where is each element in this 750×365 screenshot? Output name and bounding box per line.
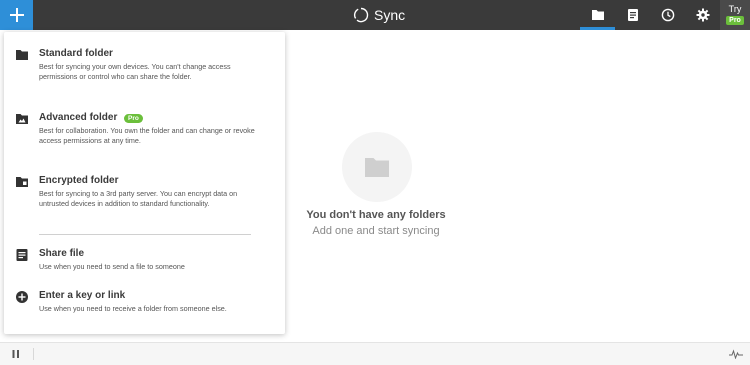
folder-icon (365, 158, 389, 177)
folder-icon (591, 10, 604, 20)
menu-item-title: Encrypted folder (39, 175, 119, 186)
menu-item-description: Best for syncing to a 3rd party server. … (39, 189, 238, 209)
sync-logo-icon (353, 7, 369, 23)
app-window: Sync Try Pro You don't have any folders … (0, 0, 750, 365)
nav-events-log[interactable] (615, 0, 650, 30)
activity-pulse-icon (729, 349, 743, 359)
add-button[interactable] (0, 0, 33, 30)
status-bar (0, 342, 750, 365)
menu-item-description: Best for syncing your own devices. You c… (39, 62, 231, 82)
menu-item-share-file[interactable]: Share file Use when you need to send a f… (4, 248, 285, 272)
menu-item-description: Use when you need to send a file to some… (39, 262, 185, 271)
menu-item-description: Use when you need to receive a folder fr… (39, 304, 227, 313)
add-menu: Standard folder Best for syncing your ow… (4, 32, 285, 334)
menu-item-title: Standard folder (39, 48, 113, 59)
menu-divider (39, 234, 251, 235)
pause-icon[interactable] (11, 349, 21, 359)
menu-item-standard-folder[interactable]: Standard folder Best for syncing your ow… (4, 48, 285, 93)
menu-item-title: Share file (39, 248, 85, 259)
top-bar: Sync Try Pro (0, 0, 750, 30)
menu-item-advanced-folder[interactable]: Advanced folder Pro Best for collaborati… (4, 112, 285, 157)
gear-icon (696, 8, 709, 22)
folder-icon (15, 48, 29, 62)
try-pro-button[interactable]: Try Pro (720, 0, 750, 30)
advanced-folder-icon (15, 112, 29, 126)
status-divider (33, 348, 34, 360)
clock-icon (661, 8, 674, 22)
encrypted-folder-icon (15, 175, 29, 189)
app-brand: Sync (353, 0, 405, 30)
menu-item-enter-key[interactable]: Enter a key or link Use when you need to… (4, 290, 285, 314)
nav-history[interactable] (650, 0, 685, 30)
nav-folders[interactable] (580, 0, 615, 30)
empty-folder-illustration (342, 132, 412, 202)
document-icon (627, 9, 638, 21)
pro-chip: Pro (726, 16, 744, 25)
menu-item-encrypted-folder[interactable]: Encrypted folder Best for syncing to a 3… (4, 175, 285, 220)
menu-item-title: Enter a key or link (39, 290, 126, 301)
plus-circle-icon (15, 290, 29, 304)
pro-badge: Pro (124, 114, 143, 123)
menu-item-description: Best for collaboration. You own the fold… (39, 126, 255, 146)
plus-icon (9, 8, 24, 22)
menu-item-title: Advanced folder (39, 112, 118, 123)
try-label: Try (728, 4, 742, 14)
file-icon (15, 248, 29, 262)
nav-settings[interactable] (685, 0, 720, 30)
app-name: Sync (374, 7, 406, 23)
